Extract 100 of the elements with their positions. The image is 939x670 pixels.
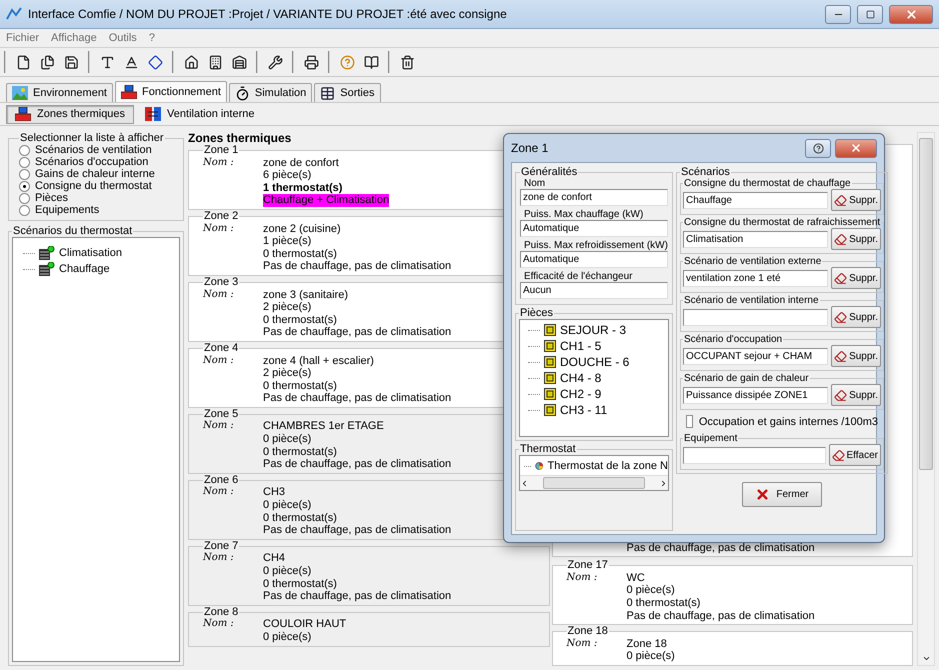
zone-title: Zone 5: [203, 408, 240, 420]
input-field[interactable]: Puissance dissipée ZONE1: [683, 386, 828, 404]
input-field[interactable]: OCCUPANT sejour + CHAM: [683, 348, 828, 364]
stopwatch-icon: [234, 86, 250, 100]
close-button[interactable]: [835, 138, 877, 158]
radio-option[interactable]: Equipements: [19, 204, 179, 216]
name-label: Nom :: [203, 354, 235, 368]
room-count: 0 pièce(s): [263, 499, 312, 512]
input-field[interactable]: [683, 308, 828, 326]
scroll-down-icon: [922, 654, 930, 663]
wrench-icon: [268, 54, 282, 70]
field-label: Puiss. Max refroidissement (kW): [523, 240, 668, 251]
menu-item[interactable]: Fichier: [6, 32, 40, 44]
close-dialog-button[interactable]: Fermer: [742, 482, 822, 507]
letters-icon: [100, 54, 114, 70]
room-count: 2 pièce(s): [263, 301, 312, 314]
tab[interactable]: Sorties: [314, 83, 380, 102]
close-button[interactable]: [889, 4, 933, 24]
help-button[interactable]: [805, 138, 831, 158]
scroll-left-icon: [520, 478, 529, 488]
cube-icon: [544, 356, 556, 368]
room-count: 0 pièce(s): [263, 565, 312, 578]
clear-button[interactable]: Effacer: [828, 444, 881, 466]
thermostat-count: 0 thermostat(s): [263, 380, 337, 392]
menu-item[interactable]: Outils: [108, 32, 137, 44]
heating-mode: Pas de chauffage, pas de climatisation: [263, 392, 452, 405]
tree-item[interactable]: CH2 - 9: [560, 387, 602, 401]
close-icon: [755, 487, 770, 502]
group-title: Selectionner la liste à afficher: [19, 132, 164, 144]
file-icon: [16, 54, 30, 70]
zone-name: CH3: [263, 486, 286, 500]
menu-item[interactable]: Affichage: [51, 32, 97, 44]
delete-button[interactable]: Suppr.: [831, 345, 881, 367]
name-label: Nom :: [203, 156, 235, 170]
group-title: Equipement: [683, 433, 738, 444]
input-field[interactable]: Automatique: [520, 251, 668, 268]
group-title: Pièces: [519, 307, 554, 319]
input-field[interactable]: ventilation zone 1 eté: [683, 270, 828, 286]
room-count: 6 pièce(s): [263, 169, 312, 182]
delete-button[interactable]: Suppr.: [831, 228, 881, 250]
cube-icon: [544, 324, 556, 336]
radio-option[interactable]: Consigne du thermostat: [19, 180, 179, 192]
save-icon: [64, 54, 78, 70]
group-title: Scénario d'occupation: [683, 334, 784, 345]
group-title: Scénarios: [680, 166, 731, 178]
field-label: Efficacité de l'échangeur: [523, 271, 632, 282]
tree-item[interactable]: Thermostat de la zone N: [548, 460, 668, 472]
radio-option[interactable]: Gains de chaleur interne: [19, 168, 179, 180]
letters-icon: [124, 54, 138, 70]
menu-item[interactable]: ?: [148, 32, 155, 44]
sub-tab[interactable]: Zones thermiques: [6, 104, 134, 124]
radio-option[interactable]: Pièces: [19, 192, 179, 204]
delete-button[interactable]: Suppr.: [831, 267, 881, 289]
heating-mode: Pas de chauffage, pas de climatisation: [626, 610, 815, 622]
zone-title: Zone 2: [203, 210, 240, 223]
input-field[interactable]: Aucun: [520, 282, 668, 299]
thermostat-count: 0 thermostat(s): [263, 314, 337, 326]
thermostat-icon: [535, 459, 544, 473]
name-label: Nom :: [566, 638, 598, 651]
cube-icon: [544, 388, 556, 400]
name-label: Nom :: [203, 222, 235, 236]
tree-item[interactable]: CH1 - 5: [560, 339, 602, 353]
input-field[interactable]: Automatique: [520, 220, 668, 237]
tree-item[interactable]: CH3 - 11: [560, 403, 608, 417]
heating-mode: Pas de chauffage, pas de climatisation: [263, 590, 452, 603]
vertical-scrollbar[interactable]: [917, 132, 935, 666]
delete-button[interactable]: Suppr.: [831, 189, 881, 211]
radio-option[interactable]: Scénarios de ventilation: [19, 144, 179, 156]
eraser-icon: [834, 272, 848, 284]
heating-mode: Pas de chauffage, pas de climatisation: [626, 542, 816, 554]
tree-item[interactable]: DOUCHE - 6: [560, 355, 630, 369]
delete-button[interactable]: Suppr.: [831, 306, 881, 328]
checkbox-option[interactable]: Occupation et gains internes /100m3: [680, 412, 884, 431]
tab[interactable]: Fonctionnement: [115, 81, 227, 102]
delete-button[interactable]: Suppr.: [831, 384, 881, 406]
radio-option[interactable]: Scénarios d'occupation: [19, 156, 179, 168]
input-field[interactable]: Chauffage: [683, 192, 828, 208]
group-title: Consigne du thermostat de rafraichissement: [683, 217, 882, 228]
tree-item[interactable]: Climatisation: [59, 247, 122, 259]
tab[interactable]: Simulation: [228, 83, 312, 102]
room-count: 0 pièce(s): [263, 433, 312, 446]
thermostat-count: 0 thermostat(s): [626, 597, 700, 610]
tab[interactable]: Environnement: [6, 83, 113, 102]
room-count: 1 pièce(s): [263, 235, 312, 248]
input-field[interactable]: zone de confort: [520, 189, 668, 206]
sub-tab[interactable]: Ventilation interne: [136, 104, 264, 124]
input-field[interactable]: Climatisation: [683, 230, 828, 248]
tree-item[interactable]: Chauffage: [59, 263, 110, 275]
thermostat-count: 0 thermostat(s): [263, 578, 337, 590]
name-label: Nom :: [203, 420, 235, 434]
heating-mode: Pas de chauffage, pas de climatisation: [263, 458, 452, 471]
room-count: 0 pièce(s): [626, 584, 675, 598]
zone-title: Zone 18: [566, 625, 609, 638]
maximize-button[interactable]: [857, 4, 883, 24]
minimize-button[interactable]: [825, 4, 851, 24]
tree-item[interactable]: SEJOUR - 3: [560, 323, 626, 337]
blocks-icon: [15, 107, 31, 121]
tree-item[interactable]: CH4 - 8: [560, 371, 602, 385]
input-field[interactable]: [683, 446, 826, 464]
horizontal-scrollbar[interactable]: [520, 475, 668, 490]
